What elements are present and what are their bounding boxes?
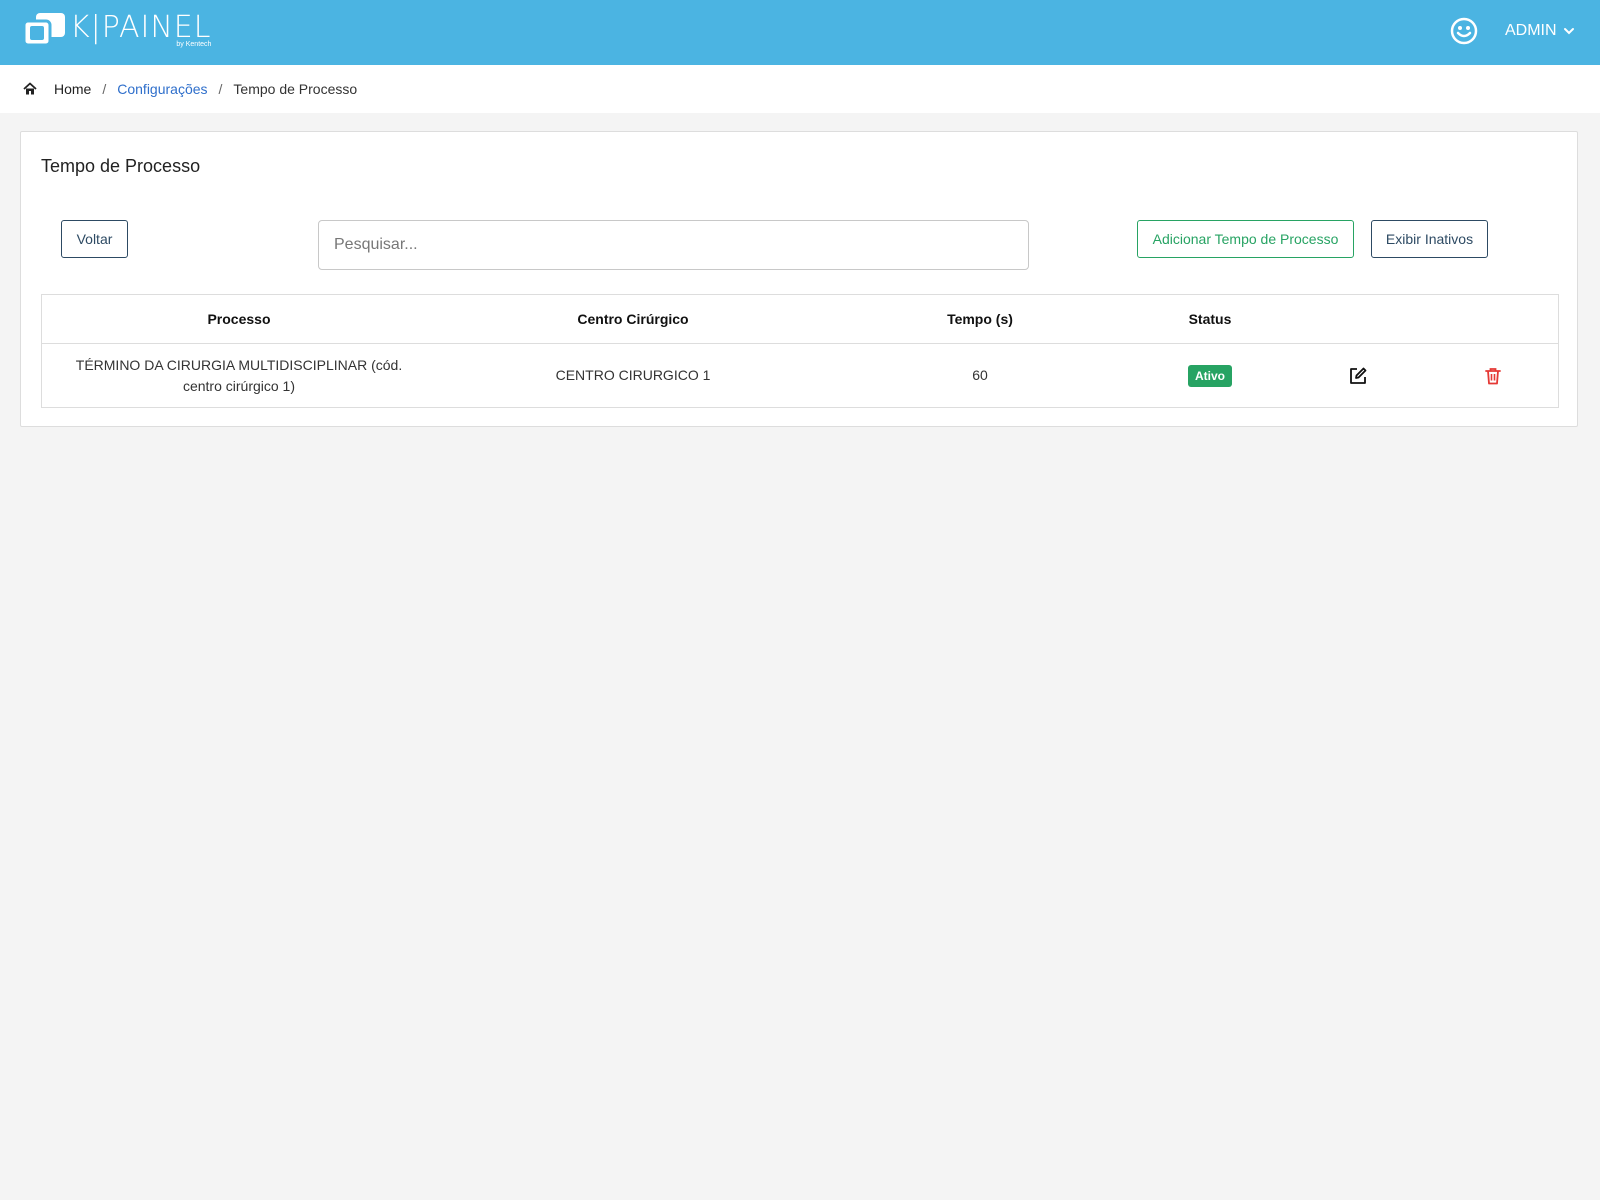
process-time-table: Processo Centro Cirúrgico Tempo (s) Stat… <box>41 294 1559 408</box>
cell-centro-cirurgico: CENTRO CIRURGICO 1 <box>555 367 711 383</box>
breadcrumb-configuracoes[interactable]: Configurações <box>117 81 207 97</box>
processo-text: TÉRMINO DA CIRURGIA MULTIDISCIPLINAR (có… <box>75 356 403 394</box>
status-badge: Ativo <box>1188 364 1232 387</box>
edit-icon[interactable] <box>1348 366 1368 386</box>
user-menu[interactable]: ADMIN <box>1505 22 1575 40</box>
top-navbar: K|PAINEL by Kentech ADMIN <box>0 0 1600 65</box>
cell-status: Ativo <box>1130 344 1290 407</box>
trash-icon[interactable] <box>1483 366 1503 386</box>
cell-delete <box>1425 344 1560 407</box>
cell-processo: TÉRMINO DA CIRURGIA MULTIDISCIPLINAR (có… <box>42 344 436 407</box>
breadcrumb-home[interactable]: Home <box>54 81 91 97</box>
column-header-tempo: Tempo (s) <box>947 311 1013 327</box>
breadcrumb: Home / Configurações / Tempo de Processo <box>0 65 1600 113</box>
logo-subtext: by Kentech <box>176 41 212 48</box>
show-inactive-button[interactable]: Exibir Inativos <box>1371 220 1488 258</box>
table-row: TÉRMINO DA CIRURGIA MULTIDISCIPLINAR (có… <box>42 344 1558 407</box>
user-name: ADMIN <box>1505 22 1557 39</box>
breadcrumb-separator: / <box>102 81 107 97</box>
cell-edit <box>1290 344 1425 407</box>
app-logo[interactable]: K|PAINEL by Kentech <box>22 10 212 49</box>
breadcrumb-current: Tempo de Processo <box>233 81 358 97</box>
cell-tempo: 60 <box>972 367 988 383</box>
smiley-icon[interactable] <box>1450 17 1478 45</box>
logo-text: K|PAINEL by Kentech <box>70 10 212 49</box>
column-header-centro-cirurgico: Centro Cirúrgico <box>577 311 689 327</box>
logo-mark-icon <box>22 13 65 47</box>
back-button[interactable]: Voltar <box>61 220 128 258</box>
column-header-processo: Processo <box>207 311 271 327</box>
main-card: Tempo de Processo Voltar Adicionar Tempo… <box>20 131 1578 427</box>
chevron-down-icon <box>1563 28 1574 35</box>
add-process-time-button[interactable]: Adicionar Tempo de Processo <box>1137 220 1354 258</box>
page-title: Tempo de Processo <box>41 156 201 176</box>
home-icon[interactable] <box>23 82 37 96</box>
breadcrumb-separator: / <box>218 81 223 97</box>
column-header-status: Status <box>1188 311 1232 327</box>
table-header: Processo Centro Cirúrgico Tempo (s) Stat… <box>42 295 1558 344</box>
search-input[interactable] <box>318 220 1029 270</box>
